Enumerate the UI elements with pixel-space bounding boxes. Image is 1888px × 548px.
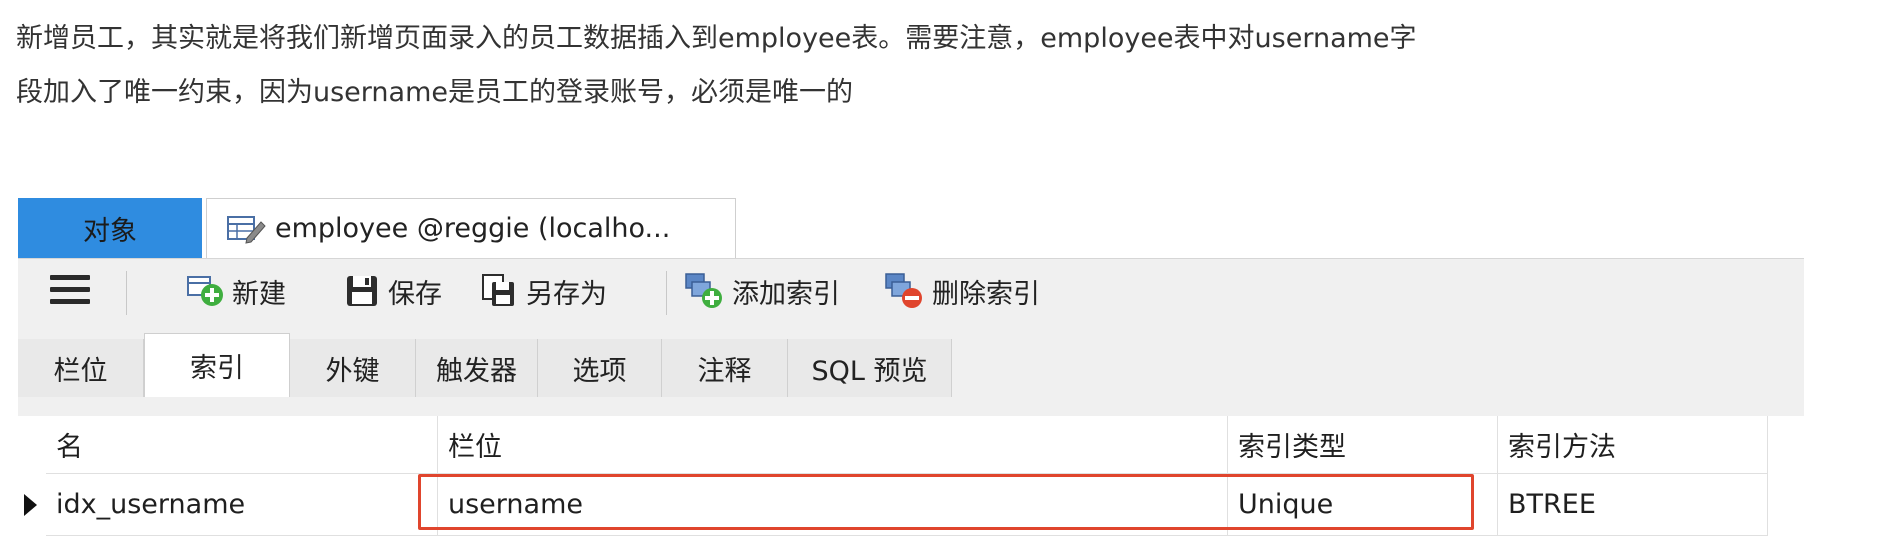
toolbar-area: 新建 保存 另存为 添加索引 删除索引 栏位 索引 外键 触发器 选项 注释 S… [18, 258, 1804, 417]
tab-indexes[interactable]: 索引 [144, 333, 290, 397]
column-header-index-method[interactable]: 索引方法 [1498, 416, 1768, 474]
tab-objects[interactable]: 对象 [18, 198, 202, 258]
column-header-columns[interactable]: 栏位 [438, 416, 1228, 474]
intro-text: 新增员工，其实就是将我们新增页面录入的员工数据插入到employee表。需要注意… [16, 12, 1876, 120]
cell-index-name[interactable]: idx_username [46, 474, 438, 536]
save-as-icon [482, 274, 514, 306]
tab-columns[interactable]: 栏位 [18, 339, 144, 397]
sub-tabs: 栏位 索引 外键 触发器 选项 注释 SQL 预览 [18, 333, 1804, 397]
delete-index-icon [885, 273, 922, 308]
delete-index-button-label: 删除索引 [932, 278, 1040, 310]
tab-employee-label: employee @reggie (localho... [275, 213, 671, 244]
new-icon [187, 276, 223, 306]
column-header-index-type[interactable]: 索引类型 [1228, 416, 1498, 474]
tab-triggers[interactable]: 触发器 [416, 339, 538, 397]
save-icon [347, 276, 377, 306]
intro-line-2: 段加入了唯一约束，因为username是员工的登录账号，必须是唯一的 [16, 77, 853, 108]
add-index-button-label: 添加索引 [732, 278, 840, 310]
red-highlight-annotation [418, 474, 1474, 530]
tab-bar: 对象 employee @reggie (localho... [18, 198, 1804, 258]
delete-index-button[interactable]: 删除索引 [884, 269, 1040, 313]
tab-sql-preview[interactable]: SQL 预览 [788, 339, 952, 397]
add-index-icon [685, 273, 722, 308]
tab-foreign-keys[interactable]: 外键 [290, 339, 416, 397]
toolbar-separator [126, 271, 127, 315]
table-design-icon [227, 215, 266, 244]
column-header-name[interactable]: 名 [46, 416, 438, 474]
new-button-label: 新建 [232, 278, 286, 310]
save-button[interactable]: 保存 [344, 269, 442, 313]
new-button[interactable]: 新建 [186, 269, 286, 313]
tab-options[interactable]: 选项 [538, 339, 662, 397]
tab-employee-table[interactable]: employee @reggie (localho... [206, 198, 736, 258]
add-index-button[interactable]: 添加索引 [684, 269, 840, 313]
tab-comments[interactable]: 注释 [662, 339, 788, 397]
cell-index-method[interactable]: BTREE [1498, 474, 1768, 536]
save-button-label: 保存 [388, 278, 442, 310]
save-as-button[interactable]: 另存为 [480, 269, 607, 313]
intro-line-1: 新增员工，其实就是将我们新增页面录入的员工数据插入到employee表。需要注意… [16, 23, 1417, 54]
hamburger-menu-icon[interactable] [50, 275, 90, 305]
current-row-arrow-icon [24, 494, 37, 516]
save-as-button-label: 另存为 [526, 278, 607, 310]
toolbar-separator [666, 271, 667, 315]
